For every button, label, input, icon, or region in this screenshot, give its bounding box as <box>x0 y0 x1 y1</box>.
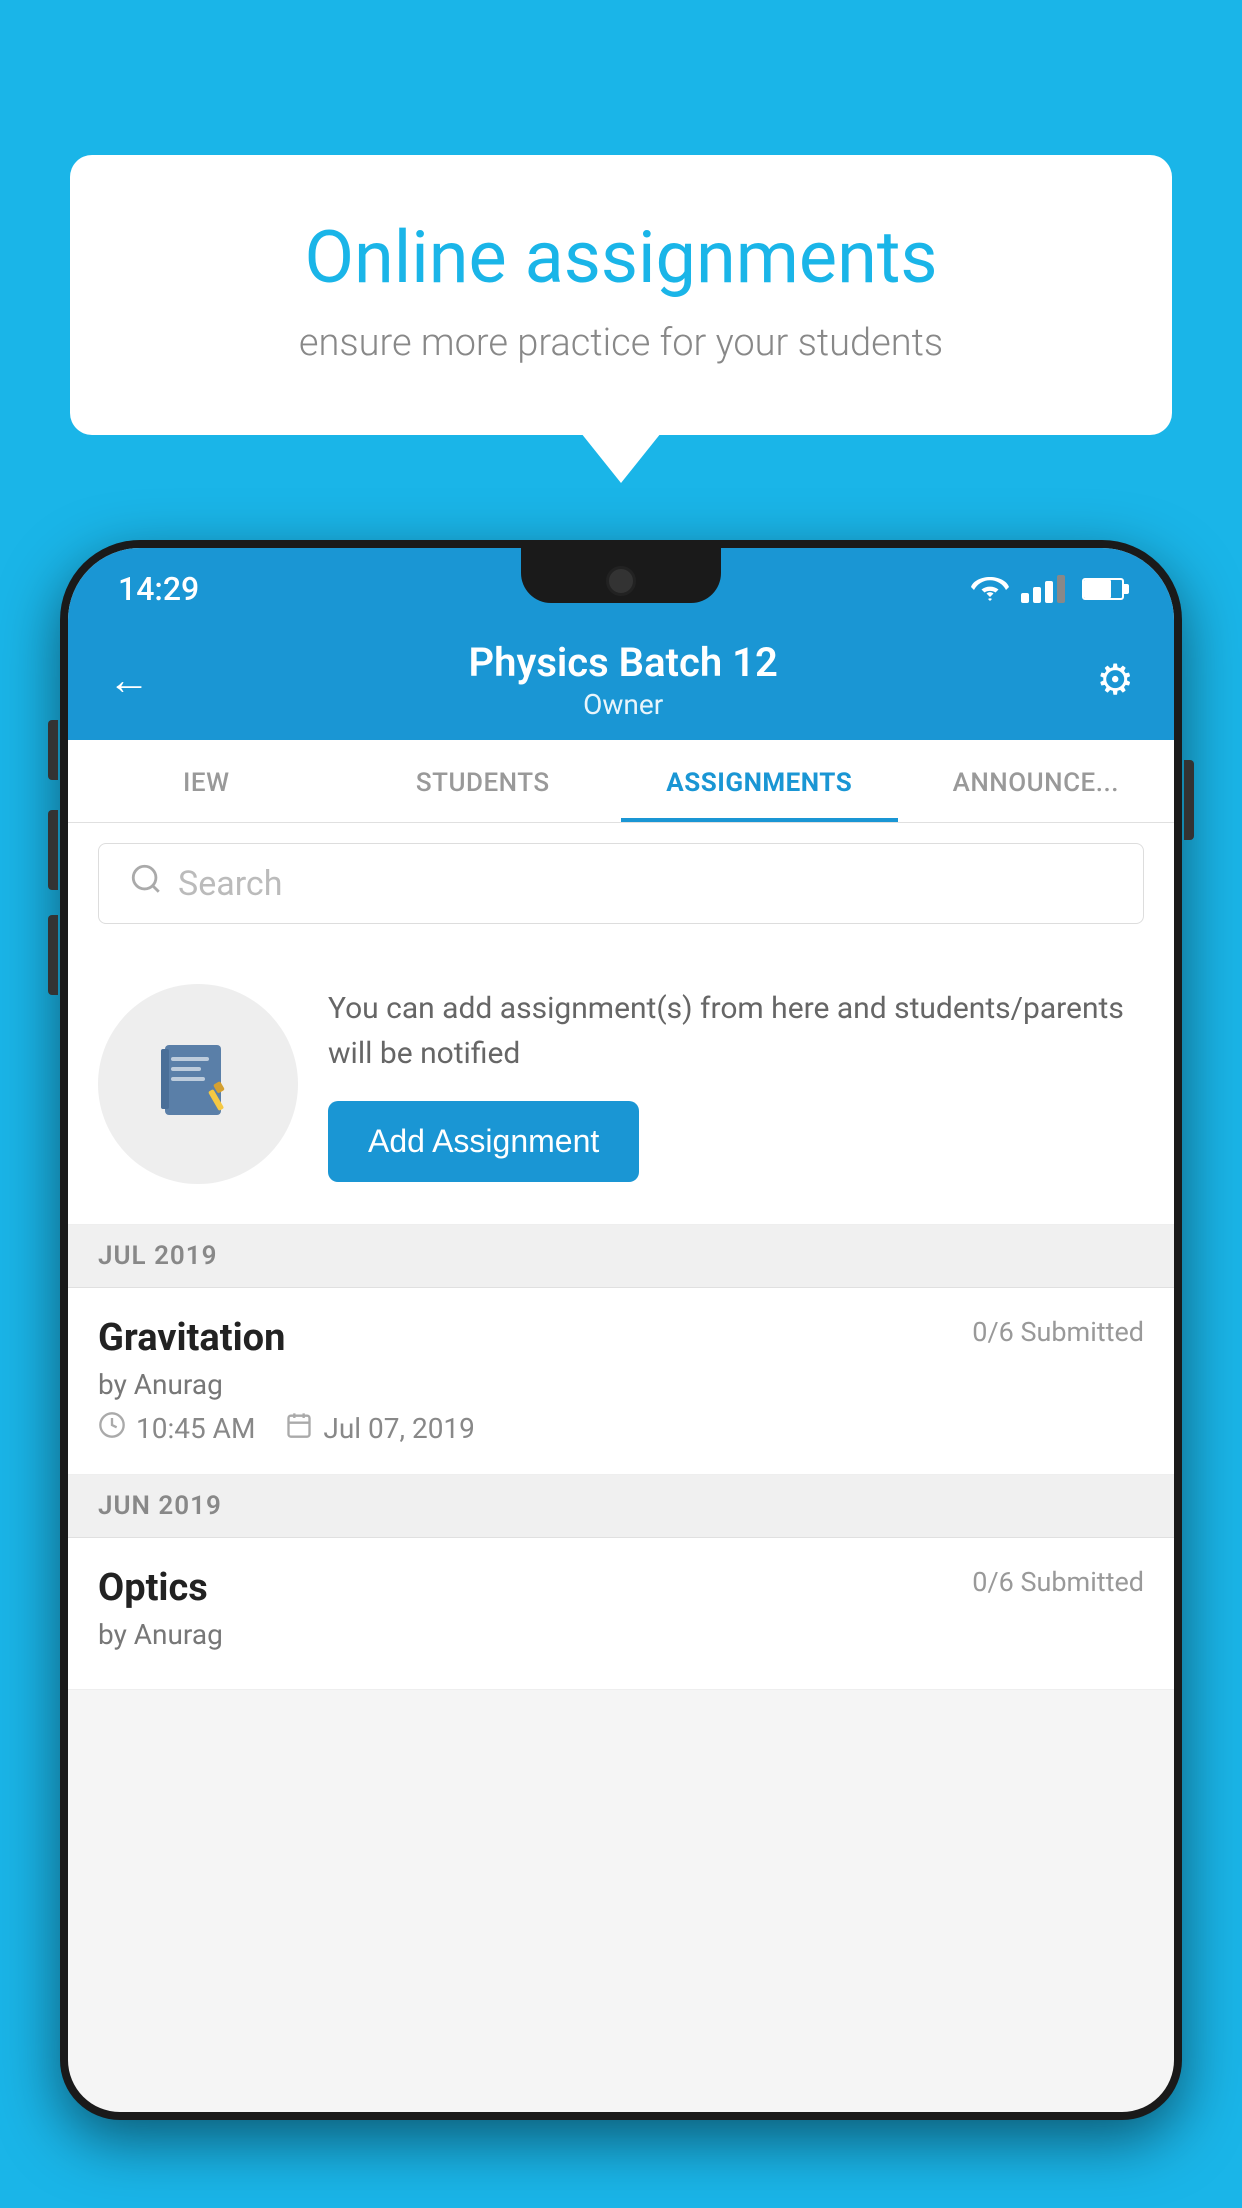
header-title: Physics Batch 12 <box>469 639 778 686</box>
search-icon <box>129 862 163 905</box>
header-subtitle: Owner <box>469 688 778 721</box>
phone-outer: 14:29 <box>60 540 1182 2120</box>
phone-notch <box>521 548 721 603</box>
phone-btn-left3 <box>48 915 58 995</box>
signal-icon <box>1021 575 1065 603</box>
assignment-name-gravitation: Gravitation <box>98 1316 285 1360</box>
speech-bubble-title: Online assignments <box>140 215 1102 301</box>
tab-overview[interactable]: IEW <box>68 740 345 822</box>
status-time: 14:29 <box>118 570 199 608</box>
battery-icon <box>1082 578 1124 600</box>
search-input-wrap[interactable]: Search <box>98 843 1144 924</box>
phone-screen: 14:29 <box>68 548 1174 2112</box>
month-label-jul: JUL 2019 <box>98 1241 218 1271</box>
date-text-gravitation: Jul 07, 2019 <box>323 1412 475 1445</box>
assignment-meta-gravitation: 10:45 AM Jul 07, 201 <box>98 1411 1144 1446</box>
month-separator-jun: JUN 2019 <box>68 1475 1174 1538</box>
assignment-submitted-gravitation: 0/6 Submitted <box>972 1316 1144 1348</box>
search-bar: Search <box>68 823 1174 944</box>
phone-btn-left2 <box>48 810 58 890</box>
assignment-info-text: You can add assignment(s) from here and … <box>328 986 1144 1076</box>
content-area: Search <box>68 823 1174 1690</box>
assignment-item-header: Gravitation 0/6 Submitted <box>98 1316 1144 1360</box>
assignment-icon-circle <box>98 984 298 1184</box>
assignment-time-gravitation: 10:45 AM <box>98 1411 255 1446</box>
assignment-submitted-optics: 0/6 Submitted <box>972 1566 1144 1598</box>
search-placeholder[interactable]: Search <box>178 864 282 904</box>
assignment-item-optics[interactable]: Optics 0/6 Submitted by Anurag <box>68 1538 1174 1690</box>
tab-assignments[interactable]: ASSIGNMENTS <box>621 740 898 822</box>
settings-button[interactable]: ⚙ <box>1096 655 1134 705</box>
phone-btn-right <box>1184 760 1194 840</box>
calendar-icon <box>285 1411 313 1446</box>
speech-bubble-subtitle: ensure more practice for your students <box>140 321 1102 365</box>
phone-container: 14:29 <box>60 540 1182 2208</box>
wifi-icon <box>971 575 1009 603</box>
add-assignment-button[interactable]: Add Assignment <box>328 1101 639 1182</box>
assignment-item-header-optics: Optics 0/6 Submitted <box>98 1566 1144 1610</box>
speech-bubble: Online assignments ensure more practice … <box>70 155 1172 435</box>
status-icons <box>971 575 1124 603</box>
tabs-bar: IEW STUDENTS ASSIGNMENTS ANNOUNCE... <box>68 740 1174 823</box>
month-separator-jul: JUL 2019 <box>68 1225 1174 1288</box>
assignment-info: You can add assignment(s) from here and … <box>328 986 1144 1182</box>
phone-btn-left1 <box>48 720 58 780</box>
assignment-date-gravitation: Jul 07, 2019 <box>285 1411 475 1446</box>
add-assignment-section: You can add assignment(s) from here and … <box>68 944 1174 1225</box>
assignment-item-gravitation[interactable]: Gravitation 0/6 Submitted by Anurag <box>68 1288 1174 1475</box>
assignment-author-gravitation: by Anurag <box>98 1368 1144 1401</box>
speech-bubble-container: Online assignments ensure more practice … <box>70 155 1172 435</box>
tab-students[interactable]: STUDENTS <box>345 740 622 822</box>
time-text-gravitation: 10:45 AM <box>136 1412 255 1445</box>
back-button[interactable]: ← <box>108 656 150 705</box>
phone-camera <box>606 566 636 596</box>
clock-icon <box>98 1411 126 1446</box>
header-title-group: Physics Batch 12 Owner <box>469 639 778 721</box>
assignment-name-optics: Optics <box>98 1566 208 1610</box>
assignment-author-optics: by Anurag <box>98 1618 1144 1651</box>
notebook-icon <box>153 1037 243 1131</box>
app-header: ← Physics Batch 12 Owner ⚙ <box>68 620 1174 740</box>
month-label-jun: JUN 2019 <box>98 1491 222 1521</box>
tab-announcements[interactable]: ANNOUNCE... <box>898 740 1175 822</box>
